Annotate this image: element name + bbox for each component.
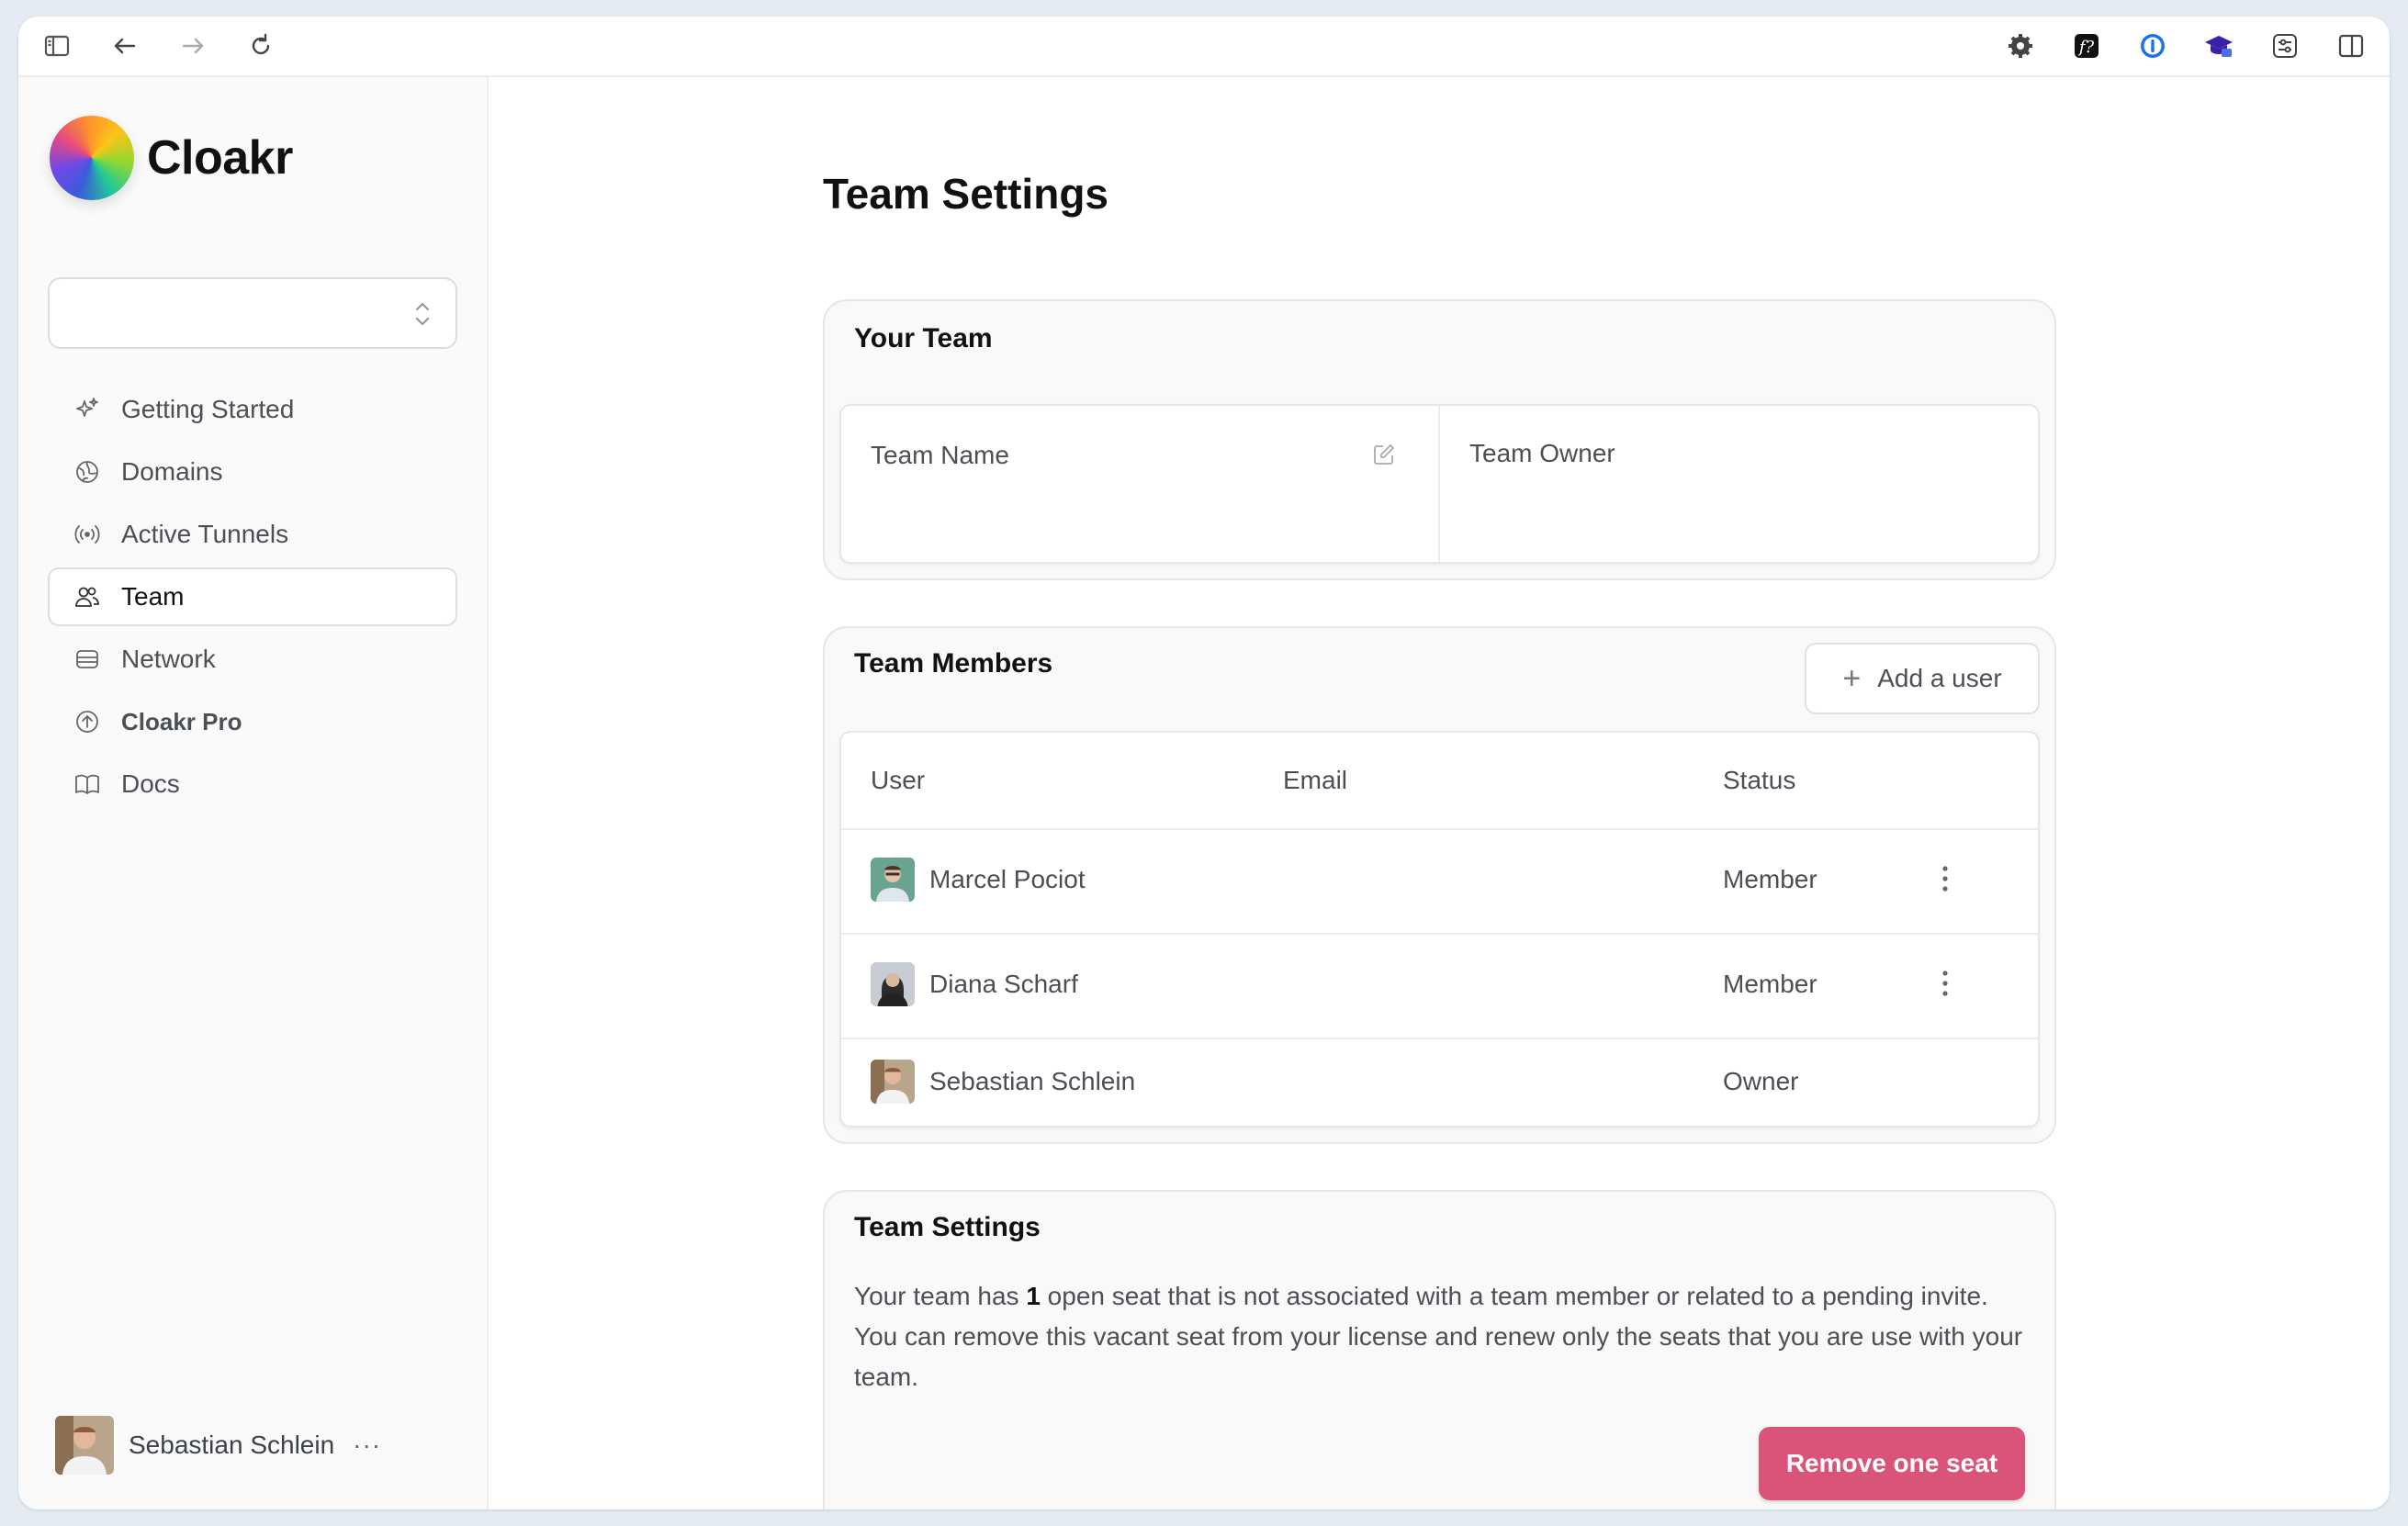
sidebar-toggle-icon[interactable] [40, 29, 73, 62]
card-title: Team Settings [854, 1212, 1041, 1242]
sidebar-item-label: Network [121, 645, 216, 673]
team-settings-card: Team Settings Your team has 1 open seat … [823, 1190, 2056, 1509]
sidebar-item-label: Team [121, 582, 185, 611]
sidebar-item-network[interactable]: Network [48, 630, 457, 689]
sidebar-item-label: Docs [121, 769, 180, 798]
broadcast-icon [72, 519, 103, 550]
team-select[interactable] [48, 277, 457, 349]
divider [841, 1038, 2038, 1039]
cloakr-logo [50, 116, 134, 200]
team-owner-label: Team Owner [1469, 439, 1615, 467]
forward-arrow-icon[interactable] [176, 29, 209, 62]
reload-icon[interactable] [244, 29, 277, 62]
avatar [871, 962, 915, 1006]
chevron-up-down-icon [415, 302, 430, 326]
user-name: Diana Scharf [929, 970, 1078, 998]
desc-text: Your team has [854, 1282, 1027, 1310]
password-manager-icon[interactable] [2136, 29, 2169, 62]
kebab-menu-icon[interactable] [1941, 970, 1949, 997]
page-title: Team Settings [823, 170, 1108, 218]
globe-icon [72, 456, 103, 488]
sidebar-item-domains[interactable]: Domains [48, 443, 457, 501]
avatar [871, 858, 915, 902]
team-name-label: Team Name [871, 441, 1009, 469]
column-header-status: Status [1723, 766, 1796, 794]
current-user[interactable]: Sebastian Schlein ··· [55, 1416, 381, 1475]
sidebar-item-docs[interactable]: Docs [48, 755, 457, 813]
plus-icon: + [1842, 660, 1862, 696]
sidebar-item-label: Getting Started [121, 395, 295, 423]
sidebar-item-label: Domains [121, 457, 223, 486]
users-icon [72, 581, 103, 612]
sidebar-item-label: Active Tunnels [121, 520, 289, 548]
user-status: Owner [1723, 1067, 1799, 1095]
team-info-panel: Team Name Team Owner [839, 404, 2040, 564]
avatar [871, 1060, 915, 1104]
function-extension-icon[interactable]: f? [2070, 29, 2103, 62]
column-header-email: Email [1283, 766, 1348, 794]
column-header-user: User [871, 766, 926, 794]
avatar [55, 1416, 114, 1475]
more-options-icon[interactable]: ··· [353, 1431, 381, 1460]
gear-extension-icon[interactable] [2004, 29, 2037, 62]
team-members-card: Team Members + Add a user User Email Sta… [823, 626, 2056, 1144]
sidebar-item-team[interactable]: Team [48, 567, 457, 626]
remove-seat-button[interactable]: Remove one seat [1759, 1427, 2025, 1500]
sidebar-item-active-tunnels[interactable]: Active Tunnels [48, 505, 457, 564]
server-icon [72, 644, 103, 675]
book-icon [72, 769, 103, 800]
split-view-icon[interactable] [2335, 29, 2368, 62]
divider [841, 933, 2038, 935]
svg-text:f?: f? [2077, 38, 2095, 57]
kebab-menu-icon[interactable] [1941, 865, 1949, 892]
divider [841, 828, 2038, 830]
sidebar-item-cloakr-pro[interactable]: Cloakr Pro [48, 692, 457, 751]
arrow-up-circle-icon [72, 706, 103, 737]
divider [1438, 406, 1440, 562]
graduation-cap-icon[interactable] [2202, 29, 2235, 62]
your-team-card: Your Team Team Name Team Owner [823, 299, 2056, 580]
open-seat-count: 1 [1026, 1282, 1041, 1310]
user-status: Member [1723, 970, 1817, 998]
members-table: User Email Status Marcel Pociot Member D… [839, 731, 2040, 1128]
add-user-label: Add a user [1877, 664, 2002, 692]
add-user-button[interactable]: + Add a user [1805, 643, 2040, 714]
sidebar-nav: Getting Started Domains Active Tunnels T… [48, 380, 457, 817]
sidebar-item-label: Cloakr Pro [121, 707, 242, 735]
card-title: Your Team [854, 323, 993, 353]
brand[interactable]: Cloakr [50, 116, 293, 200]
user-name: Marcel Pociot [929, 865, 1086, 893]
sidebar-item-getting-started[interactable]: Getting Started [48, 380, 457, 439]
user-name: Sebastian Schlein [129, 1431, 335, 1459]
browser-toolbar: f? [18, 17, 2390, 77]
edit-icon[interactable] [1372, 443, 1396, 466]
browser-window: f? Cloakr Getting Started Domains Active… [18, 17, 2390, 1509]
card-title: Team Members [854, 648, 1053, 679]
sliders-extension-icon[interactable] [2268, 29, 2301, 62]
seat-description: Your team has 1 open seat that is not as… [854, 1276, 2032, 1397]
back-arrow-icon[interactable] [108, 29, 141, 62]
sidebar: Cloakr Getting Started Domains Active Tu… [18, 77, 489, 1509]
user-status: Member [1723, 865, 1817, 893]
main-content: Team Settings Your Team Team Name Team O… [490, 77, 2390, 1509]
brand-name: Cloakr [147, 131, 293, 185]
user-name: Sebastian Schlein [929, 1067, 1136, 1095]
sparkles-icon [72, 394, 103, 425]
